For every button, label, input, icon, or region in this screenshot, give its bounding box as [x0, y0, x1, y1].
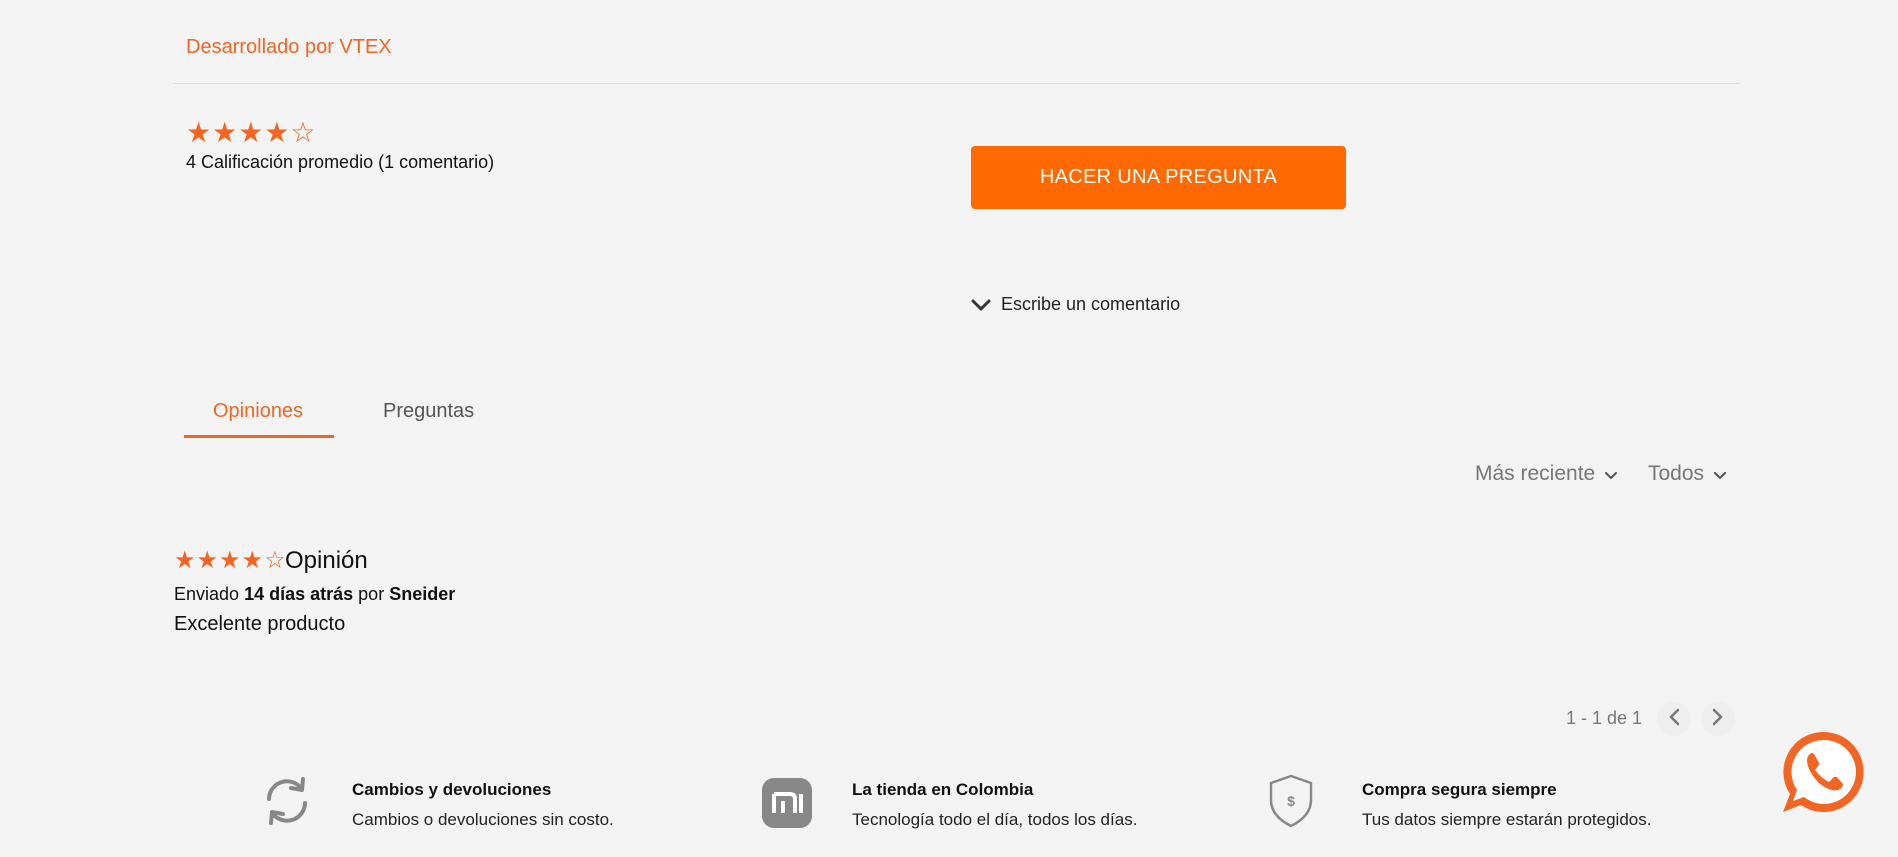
- pagination-text: 1 - 1 de 1: [1566, 708, 1643, 728]
- divider: [174, 83, 1740, 84]
- review-stars: ★★★★☆: [174, 547, 287, 574]
- shield-dollar-icon: $: [1262, 772, 1320, 830]
- sort-order-label: Más reciente: [1475, 462, 1596, 485]
- chevron-right-icon: [1712, 708, 1724, 731]
- write-comment-label: Escribe un comentario: [1001, 294, 1181, 314]
- review-meta-by: por: [358, 584, 385, 604]
- svg-text:$: $: [1287, 793, 1295, 809]
- average-rating-stars: ★★★★☆: [186, 117, 317, 148]
- feature-title: La tienda en Colombia: [852, 780, 1034, 799]
- rating-filter-select[interactable]: Todos: [1648, 462, 1727, 486]
- developer-link[interactable]: Desarrollado por VTEX: [186, 36, 392, 59]
- mi-logo-icon: [758, 774, 816, 832]
- review-card: [174, 500, 1740, 656]
- tab-opiniones[interactable]: Opiniones: [213, 400, 303, 423]
- write-comment-toggle[interactable]: Escribe un comentario: [971, 294, 1180, 315]
- review-date: 14 días atrás: [244, 584, 354, 604]
- average-rating-text: 4 Calificación promedio (1 comentario): [186, 152, 495, 172]
- whatsapp-button[interactable]: [1777, 726, 1869, 818]
- ask-question-button[interactable]: HACER UNA PREGUNTA: [971, 146, 1346, 209]
- review-title: Opinión: [285, 547, 368, 574]
- refresh-icon: [258, 772, 316, 830]
- whatsapp-icon: [1777, 731, 1869, 822]
- feature-description: Tus datos siempre estarán protegidos.: [1362, 810, 1652, 829]
- chevron-down-icon: [971, 298, 991, 312]
- feature-title: Compra segura siempre: [1362, 780, 1557, 799]
- chevron-down-icon: [1605, 462, 1618, 486]
- review-author: Sneider: [389, 584, 456, 604]
- active-tab-indicator: [184, 435, 334, 438]
- feature-description: Tecnología todo el día, todos los días.: [852, 810, 1138, 829]
- sort-order-select[interactable]: Más reciente: [1475, 462, 1618, 486]
- chevron-down-icon: [1714, 462, 1727, 486]
- review-meta-prefix: Enviado: [174, 584, 240, 604]
- feature-title: Cambios y devoluciones: [352, 780, 552, 799]
- rating-filter-label: Todos: [1648, 462, 1705, 485]
- review-meta: Enviado 14 días atrás por Sneider: [174, 584, 455, 605]
- feature-description: Cambios o devoluciones sin costo.: [352, 810, 614, 829]
- previous-page-button[interactable]: [1657, 702, 1691, 736]
- next-page-button[interactable]: [1701, 702, 1735, 736]
- chevron-left-icon: [1668, 708, 1680, 731]
- tab-preguntas[interactable]: Preguntas: [383, 400, 474, 423]
- review-body: Excelente producto: [174, 613, 346, 635]
